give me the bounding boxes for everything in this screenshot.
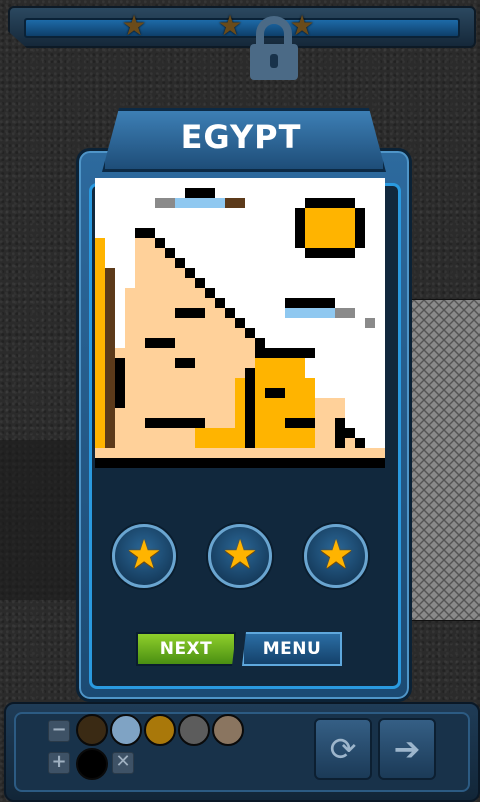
sphinx-pixel	[255, 348, 315, 358]
sun-pixel	[355, 208, 365, 248]
zoom-in-button[interactable]: +	[48, 752, 70, 774]
ground-pixel	[95, 448, 385, 458]
background-puzzle-board	[403, 299, 480, 621]
puzzle-picture	[95, 178, 385, 468]
pyramid-line-pixel	[175, 358, 195, 368]
color-swatch[interactable]	[110, 714, 142, 746]
pyramid-pixel	[115, 348, 265, 358]
sun-pixel	[305, 248, 355, 258]
pyramid-edge-pixel	[105, 268, 115, 448]
pyramid-pixel	[125, 318, 235, 328]
pyramid-edge-pixel	[135, 228, 155, 238]
ground-pixel	[95, 458, 385, 468]
star-icon: ★	[222, 532, 258, 578]
pyramid-edge-pixel	[175, 258, 185, 268]
pyramid-pixel	[135, 278, 195, 288]
exit-icon[interactable]: ➔	[378, 718, 436, 780]
pyramid-pixel	[125, 328, 245, 338]
cloud-pixel	[175, 198, 225, 208]
zoom-out-button[interactable]: −	[48, 720, 70, 742]
color-swatch[interactable]	[76, 748, 108, 780]
pyramid-edge-pixel	[235, 318, 245, 328]
lock-icon[interactable]	[246, 14, 302, 82]
background-board-fragment	[0, 440, 76, 600]
sun-pixel	[295, 208, 305, 248]
cloud-pixel	[335, 308, 355, 318]
pyramid-pixel	[125, 298, 215, 308]
pyramid-pixel	[135, 238, 155, 248]
cloud-pixel	[365, 318, 375, 328]
pyramid-pixel	[135, 258, 175, 268]
pyramid-edge-pixel	[185, 268, 195, 278]
color-swatch[interactable]	[144, 714, 176, 746]
pyramid-edge-pixel	[165, 248, 175, 258]
sun-pixel	[305, 198, 355, 208]
sun-pixel	[305, 208, 355, 248]
pyramid-line-pixel	[145, 338, 175, 348]
star-badge: ★	[208, 524, 272, 588]
star-icon: ★	[318, 532, 354, 578]
sphinx-pixel	[255, 358, 305, 378]
pyramid-pixel	[115, 358, 275, 368]
menu-button[interactable]: MENU	[242, 632, 342, 666]
sphinx-pixel	[195, 428, 235, 448]
level-complete-dialog: EGYPT ★ ★ ★ NEXT MENU	[76, 108, 412, 702]
next-button[interactable]: NEXT	[136, 632, 236, 666]
cloud-pixel	[155, 198, 175, 208]
pyramid-line-pixel	[115, 358, 125, 408]
pyramid-line-pixel	[175, 308, 205, 318]
pyramid-edge-pixel	[225, 308, 235, 318]
star-badge: ★	[304, 524, 368, 588]
dialog-title: EGYPT	[180, 118, 302, 156]
pyramid-edge-pixel	[355, 438, 365, 448]
pyramid-pixel	[135, 268, 185, 278]
pyramid-edge-pixel	[195, 278, 205, 288]
cloud-pixel	[225, 198, 245, 208]
sphinx-pixel	[265, 388, 285, 398]
sphinx-pixel	[245, 368, 255, 448]
sphinx-pixel	[145, 418, 205, 428]
rotate-icon[interactable]: ⟳	[314, 718, 372, 780]
rating-stars: ★ ★ ★	[112, 524, 372, 588]
pyramid-pixel	[125, 288, 205, 298]
pyramid-edge-pixel	[255, 338, 265, 348]
clear-button[interactable]: ✕	[112, 752, 134, 774]
color-swatch[interactable]	[76, 714, 108, 746]
pyramid-pixel	[135, 248, 165, 258]
cloud-pixel	[285, 298, 335, 308]
pyramid-edge-pixel	[155, 238, 165, 248]
sphinx-pixel	[335, 418, 345, 448]
pyramid-edge-pixel	[245, 328, 255, 338]
color-swatch[interactable]	[212, 714, 244, 746]
cloud-pixel	[285, 308, 335, 318]
progress-star-icon: ★	[121, 9, 147, 42]
star-icon: ★	[126, 532, 162, 578]
color-swatch[interactable]	[178, 714, 210, 746]
pyramid-edge-pixel	[215, 298, 225, 308]
star-badge: ★	[112, 524, 176, 588]
sphinx-pixel	[285, 418, 315, 428]
pyramid-edge-pixel	[345, 428, 355, 438]
pyramid-edge-pixel	[95, 238, 105, 448]
cloud-pixel	[185, 188, 215, 198]
pyramid-edge-pixel	[205, 288, 215, 298]
progress-star-icon: ★	[217, 9, 243, 42]
